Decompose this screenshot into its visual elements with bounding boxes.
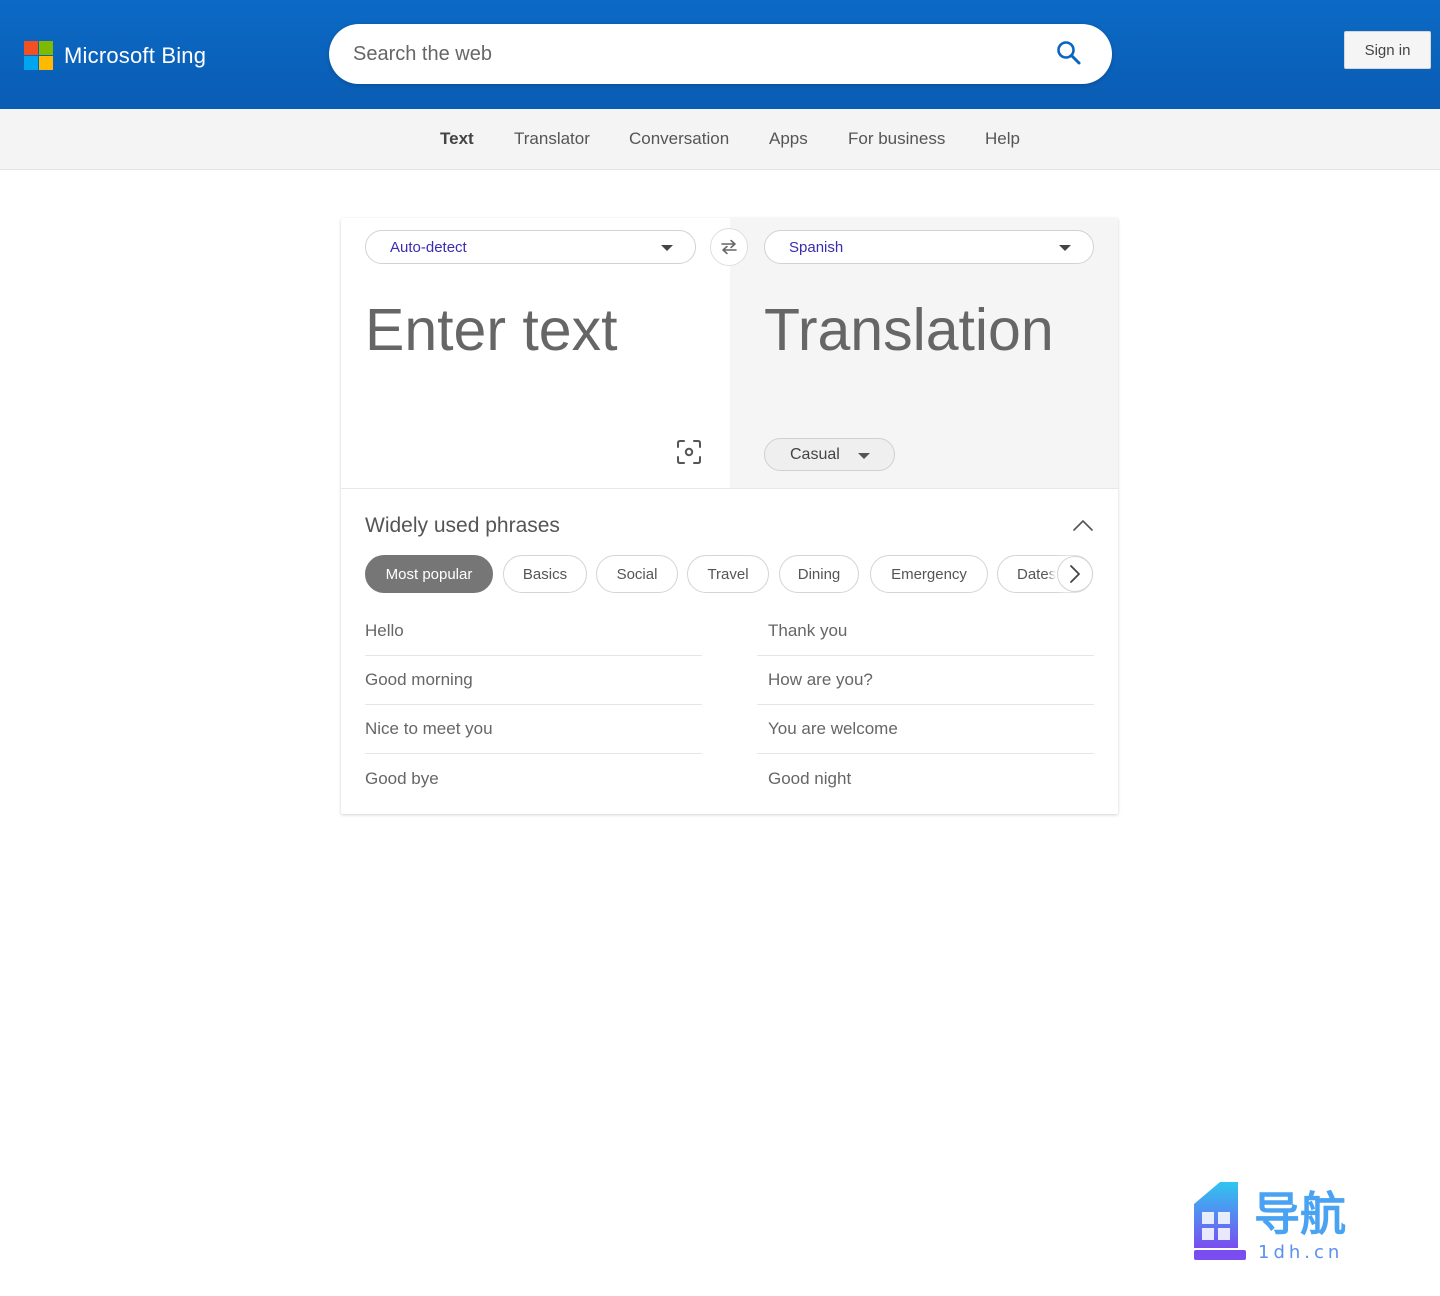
translator-card: Auto-detect Spanish Enter text Translati… (341, 218, 1118, 814)
search-icon[interactable] (1055, 39, 1083, 67)
brand-name: Microsoft Bing (64, 42, 207, 68)
nav-tab-help[interactable]: Help (985, 129, 1020, 149)
source-text-input[interactable]: Enter text (365, 296, 618, 364)
phrase-item[interactable]: Good morning (365, 656, 702, 705)
phrase-item[interactable]: You are welcome (757, 705, 1094, 754)
category-chip-travel[interactable]: Travel (687, 555, 769, 593)
chevron-up-icon[interactable] (1072, 517, 1094, 533)
source-language-select[interactable]: Auto-detect (365, 230, 696, 264)
category-chip-dining[interactable]: Dining (779, 555, 859, 593)
nav-tab-conversation[interactable]: Conversation (629, 129, 729, 149)
target-language-label: Spanish (789, 238, 844, 256)
phrase-item[interactable]: Hello (365, 607, 702, 656)
swap-icon (721, 239, 737, 255)
phrase-item[interactable]: Nice to meet you (365, 705, 702, 754)
nav-tab-apps[interactable]: Apps (769, 129, 808, 149)
category-chip-emergency[interactable]: Emergency (870, 555, 988, 593)
phrase-item[interactable]: Good bye (365, 754, 702, 803)
source-language-label: Auto-detect (390, 238, 467, 256)
category-chip-basics[interactable]: Basics (503, 555, 587, 593)
header-bar: Microsoft Bing Sign in (0, 0, 1440, 109)
nav-tab-for-business[interactable]: For business (848, 129, 945, 149)
translator-nav: Text Translator Conversation Apps For bu… (0, 109, 1440, 170)
sign-in-button[interactable]: Sign in (1344, 31, 1431, 69)
chevron-down-icon (661, 245, 673, 251)
search-input[interactable] (353, 24, 1033, 84)
tone-label: Casual (790, 445, 840, 463)
watermark-subtext: 1dh.cn (1258, 1242, 1344, 1263)
category-chip-most-popular[interactable]: Most popular (365, 555, 493, 593)
chevron-down-icon (858, 453, 870, 459)
chevron-down-icon (1059, 245, 1071, 251)
phrase-item[interactable]: How are you? (757, 656, 1094, 705)
nav-tab-text[interactable]: Text (440, 129, 474, 149)
search-box (329, 24, 1112, 84)
watermark: 导航 1dh.cn (1192, 1182, 1362, 1263)
target-language-select[interactable]: Spanish (764, 230, 1094, 264)
watermark-logo-icon (1194, 1182, 1246, 1260)
bing-logo[interactable]: Microsoft Bing (24, 41, 206, 70)
category-chip-social[interactable]: Social (596, 555, 678, 593)
watermark-text: 导航 (1254, 1187, 1346, 1241)
microsoft-logo-icon (24, 41, 53, 70)
swap-languages-button[interactable] (710, 228, 748, 266)
phrase-item[interactable]: Thank you (757, 607, 1094, 656)
chevron-right-icon (1070, 565, 1080, 583)
phrases-title: Widely used phrases (365, 514, 560, 537)
phrase-item[interactable]: Good night (757, 754, 1094, 803)
tone-select[interactable]: Casual (764, 438, 895, 471)
translation-output: Translation (764, 297, 1054, 363)
divider (341, 488, 1118, 489)
scroll-categories-button[interactable] (1057, 556, 1093, 592)
nav-tab-translator[interactable]: Translator (514, 129, 590, 149)
camera-icon[interactable] (676, 439, 702, 465)
